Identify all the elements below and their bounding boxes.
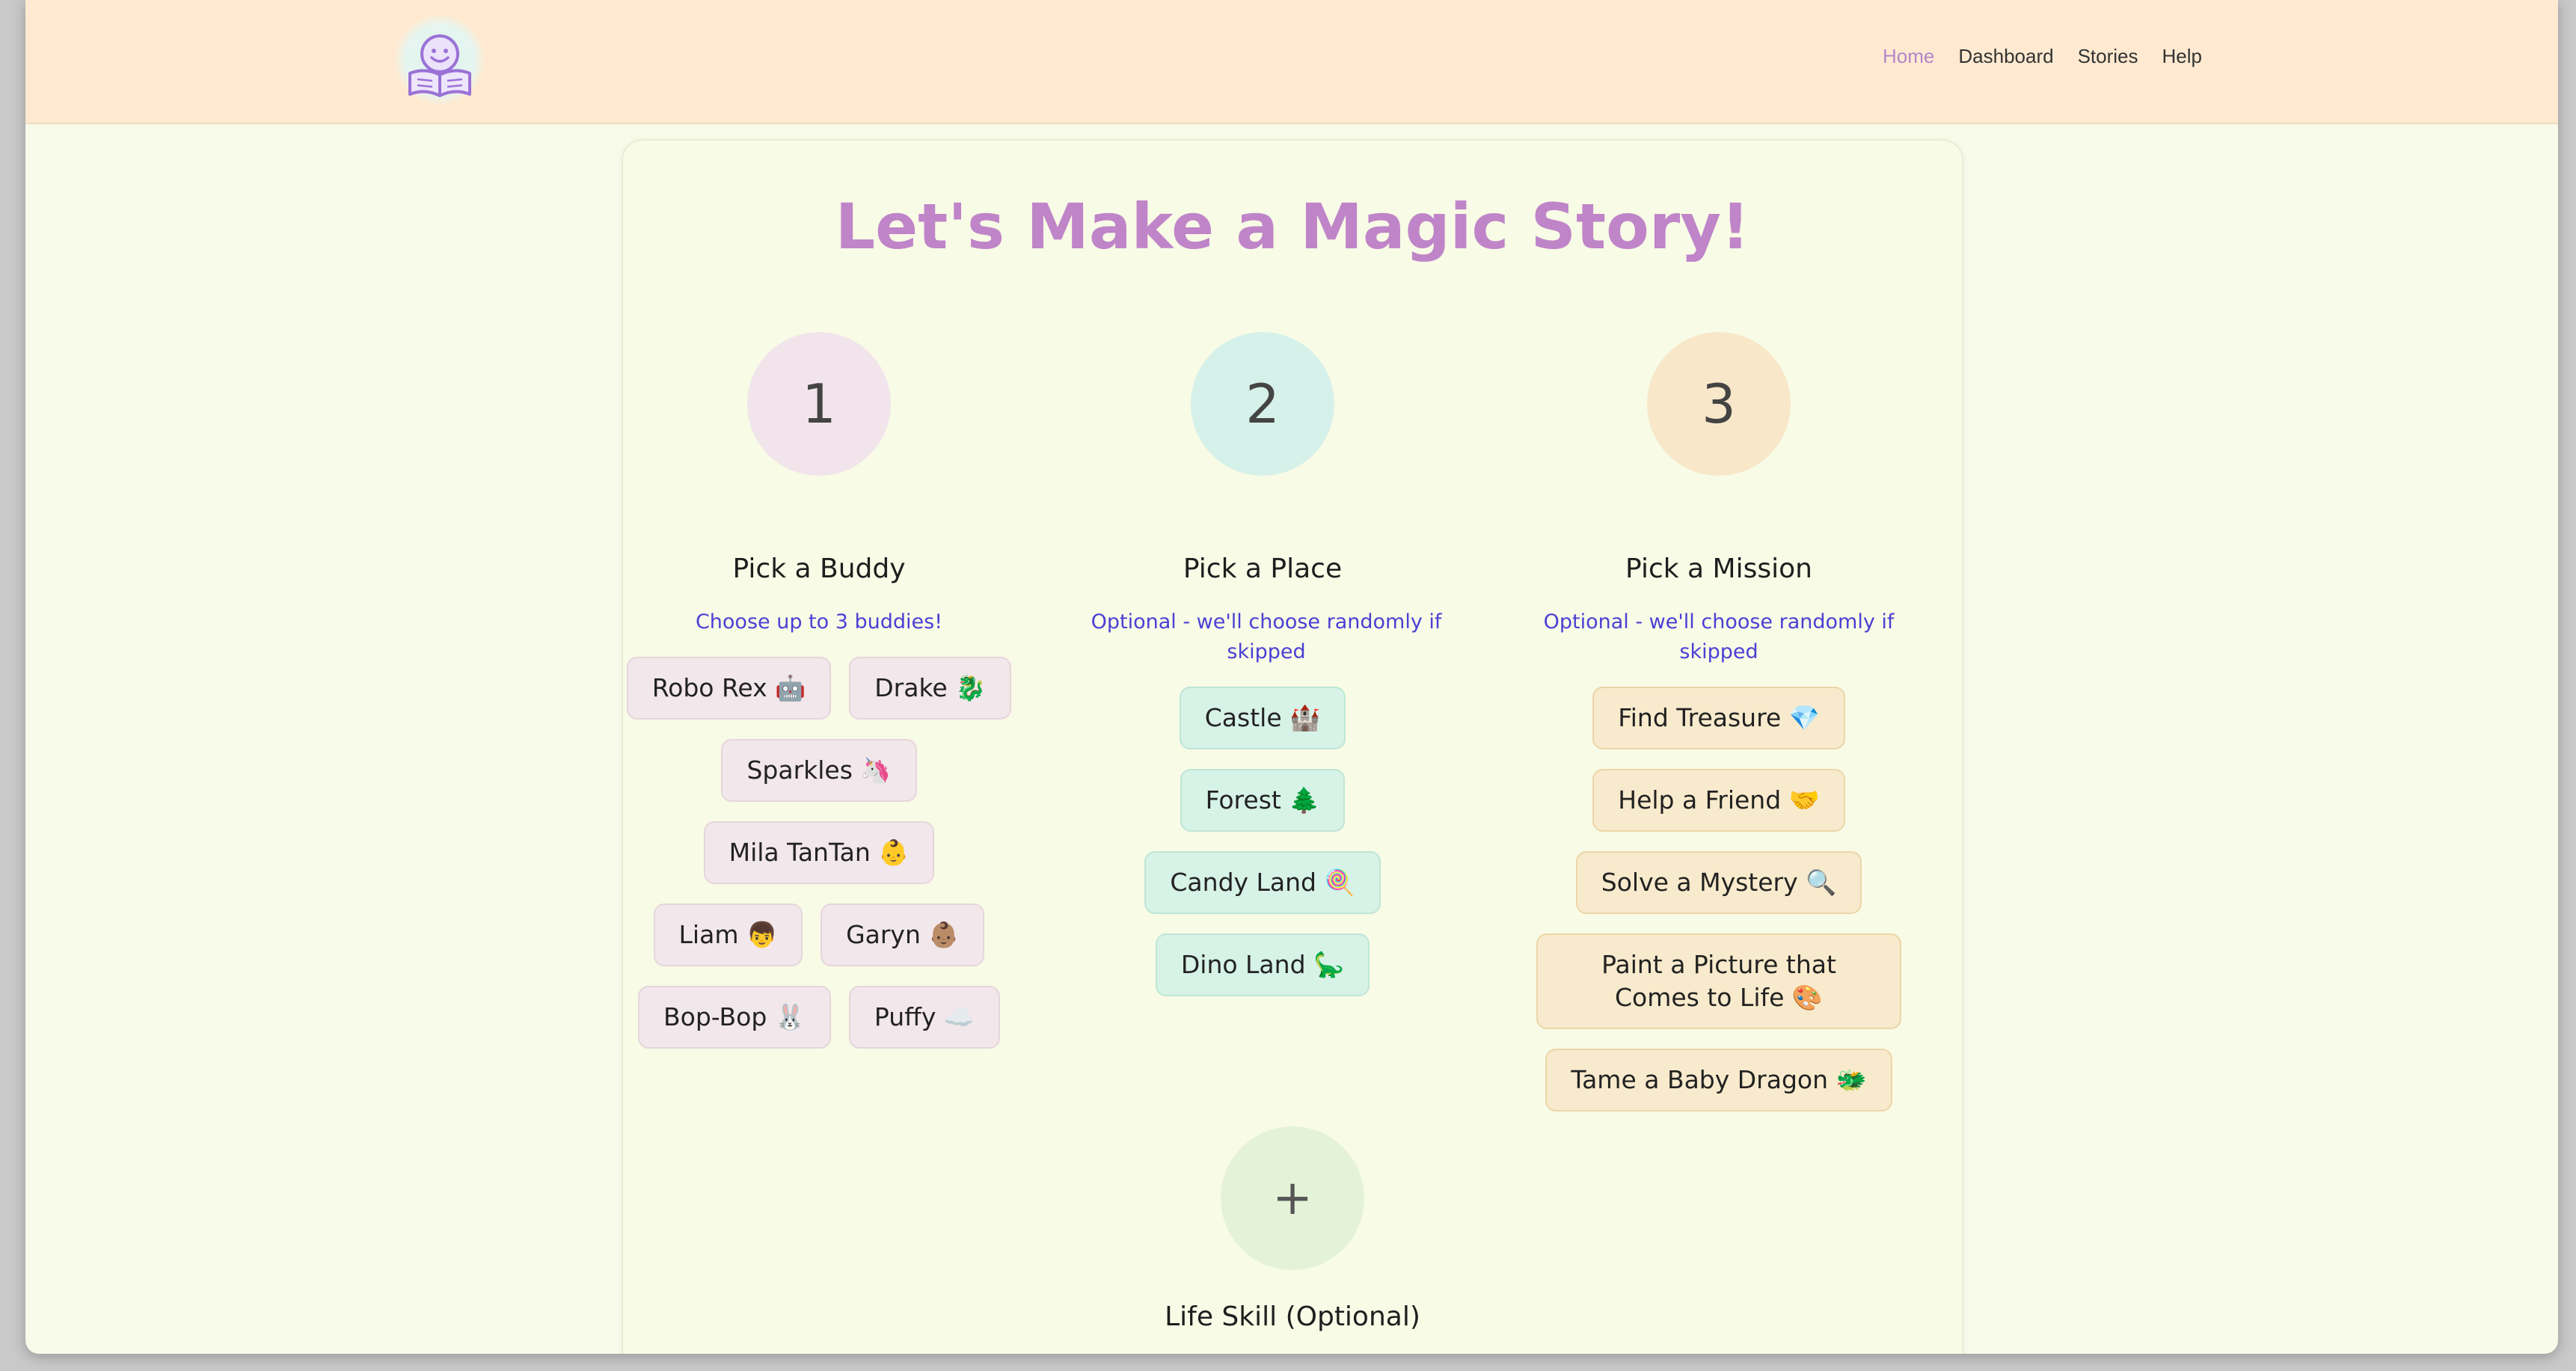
- nav-stories[interactable]: Stories: [2078, 45, 2138, 68]
- buddy-option[interactable]: Garyn 👶🏽: [821, 904, 985, 966]
- mission-option[interactable]: Tame a Baby Dragon 🐲: [1545, 1049, 1892, 1111]
- mission-option[interactable]: Paint a Picture that Comes to Life 🎨: [1536, 933, 1901, 1029]
- buddy-options: Robo Rex 🤖 Drake 🐉 Sparkles 🦄 Mila TanTa…: [625, 657, 1013, 1049]
- top-header: Home Dashboard Stories Help: [25, 0, 2558, 124]
- step-number-circle: 2: [1191, 332, 1334, 476]
- browser-viewport: Home Dashboard Stories Help Let's Make a…: [25, 0, 2558, 1354]
- step-number-circle: 3: [1647, 332, 1791, 476]
- buddy-option[interactable]: Mila TanTan 👶: [703, 821, 935, 884]
- buddy-option[interactable]: Liam 👦: [653, 904, 803, 966]
- mission-option[interactable]: Find Treasure 💎: [1592, 687, 1845, 749]
- nav-dashboard[interactable]: Dashboard: [1958, 45, 2053, 68]
- page-title: Let's Make a Magic Story!: [835, 190, 1750, 263]
- buddy-option[interactable]: Puffy ☁️: [848, 986, 1000, 1049]
- nav-help[interactable]: Help: [2162, 45, 2202, 68]
- nav-home[interactable]: Home: [1883, 45, 1934, 68]
- logo[interactable]: [395, 15, 485, 105]
- place-option[interactable]: Forest 🌲: [1180, 769, 1346, 832]
- buddy-option[interactable]: Bop-Bop 🐰: [638, 986, 831, 1049]
- step-buddy: 1 Pick a Buddy Choose up to 3 buddies! R…: [625, 332, 1013, 1049]
- buddy-option[interactable]: Robo Rex 🤖: [626, 657, 832, 720]
- main-nav: Home Dashboard Stories Help: [1883, 45, 2202, 68]
- story-builder-card: Let's Make a Magic Story! 1 Pick a Buddy…: [622, 139, 1963, 1354]
- step-title: Pick a Mission: [1625, 553, 1812, 584]
- buddy-option[interactable]: Sparkles 🦄: [721, 739, 917, 802]
- step-place: 2 Pick a Place Optional - we'll choose r…: [1091, 332, 1441, 996]
- life-skill-title: Life Skill (Optional): [1165, 1301, 1420, 1332]
- step-subtitle: Optional - we'll choose randomly if skip…: [1091, 610, 1442, 663]
- mission-option[interactable]: Help a Friend 🤝: [1592, 769, 1845, 832]
- step-subtitle: Optional - we'll choose randomly if skip…: [1543, 610, 1895, 663]
- buddy-option[interactable]: Drake 🐉: [849, 657, 1012, 720]
- place-option[interactable]: Candy Land 🍭: [1144, 851, 1381, 914]
- reading-child-icon: [408, 34, 471, 97]
- plus-icon[interactable]: +: [1221, 1126, 1364, 1270]
- mission-option[interactable]: Solve a Mystery 🔍: [1575, 851, 1862, 914]
- step-life-skill: + Life Skill (Optional): [623, 1126, 1962, 1332]
- step-subtitle: Choose up to 3 buddies!: [695, 610, 943, 634]
- place-options: Castle 🏰 Forest 🌲 Candy Land 🍭 Dino Land…: [1091, 687, 1435, 996]
- step-mission: 3 Pick a Mission Optional - we'll choose…: [1517, 332, 1921, 1111]
- mission-options: Find Treasure 💎 Help a Friend 🤝 Solve a …: [1528, 687, 1910, 1111]
- step-title: Pick a Place: [1183, 553, 1343, 584]
- step-number-circle: 1: [747, 332, 891, 476]
- place-option[interactable]: Dino Land 🦕: [1155, 933, 1370, 996]
- place-option[interactable]: Castle 🏰: [1179, 687, 1346, 749]
- step-title: Pick a Buddy: [732, 553, 906, 584]
